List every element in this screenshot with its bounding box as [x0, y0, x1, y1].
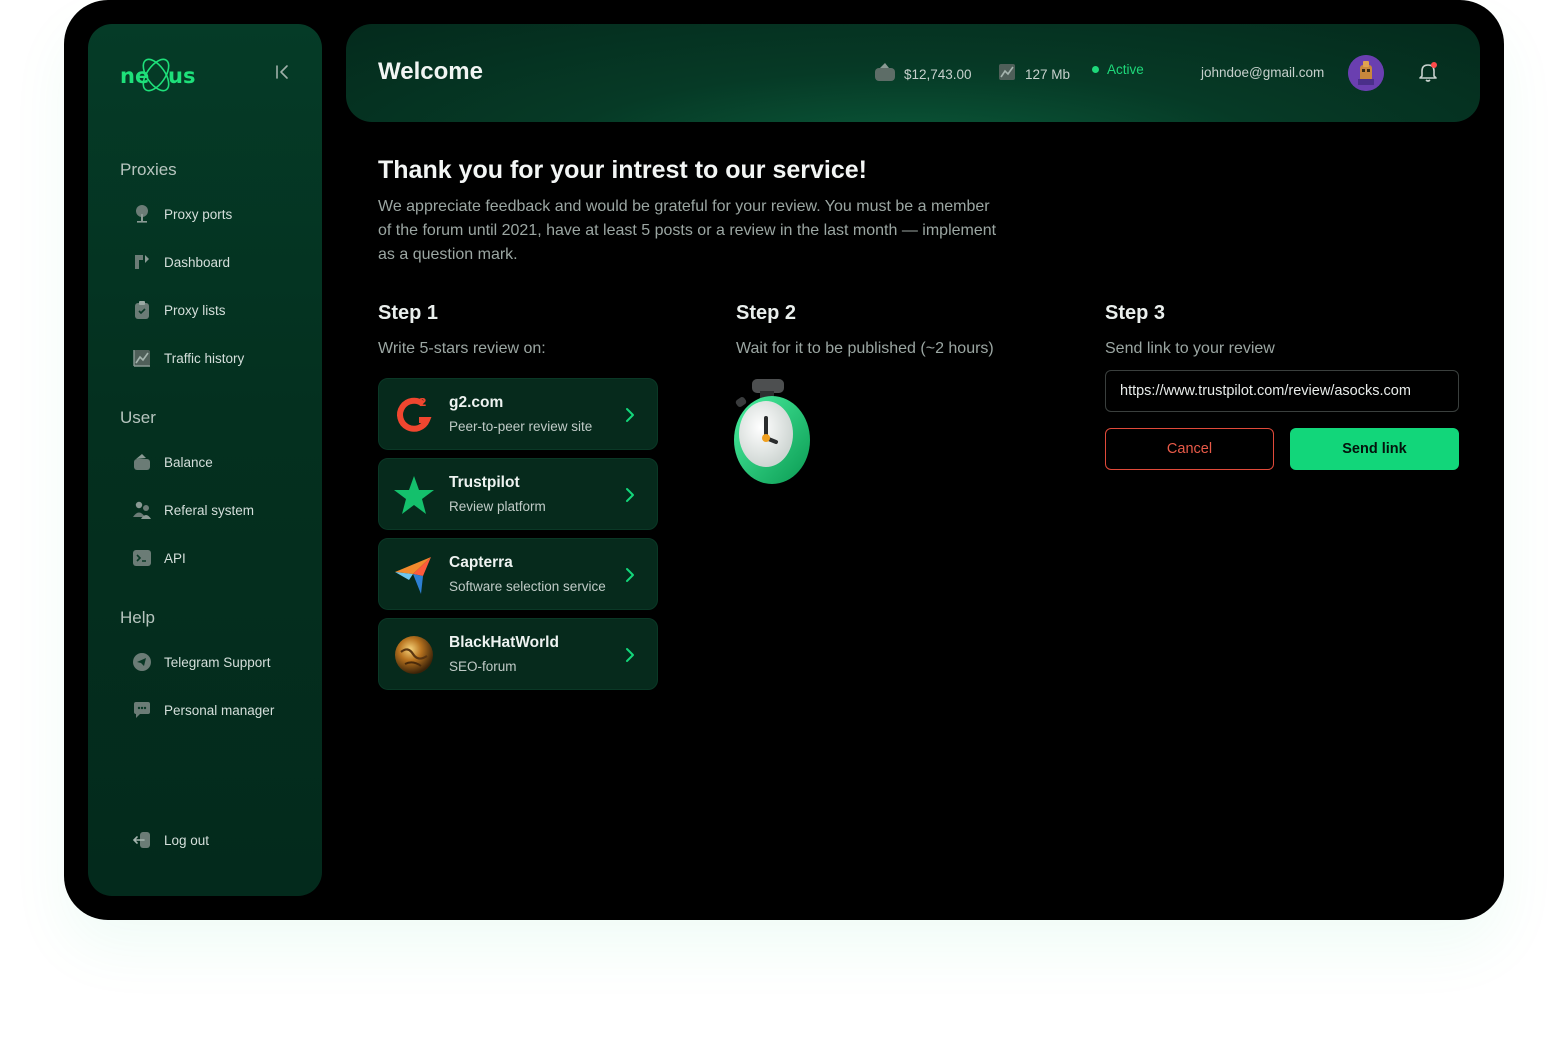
- sidebar-item-label: Telegram Support: [164, 654, 271, 670]
- nav-section-proxies: Proxies: [120, 160, 177, 179]
- status-text: Active: [1107, 62, 1144, 77]
- sidebar-item-label: Proxy ports: [164, 206, 233, 222]
- cancel-button[interactable]: Cancel: [1105, 428, 1274, 470]
- status-badge: Active: [1092, 62, 1144, 77]
- nexus-logo[interactable]: ne us: [118, 52, 198, 96]
- dashboard-icon: [132, 252, 152, 272]
- sidebar-item-label: Dashboard: [164, 254, 231, 270]
- topbar: Welcome $12,743.00 127 Mb Active johndoe…: [346, 24, 1480, 122]
- site-card-trustpilot[interactable]: Trustpilot Review platform: [378, 458, 658, 530]
- balance-value: $12,743.00: [904, 67, 972, 82]
- sidebar-item-proxy-ports[interactable]: Proxy ports: [132, 200, 232, 228]
- logout-label: Log out: [164, 832, 210, 848]
- step-1-subtitle: Write 5-stars review on:: [378, 340, 546, 357]
- site-card-g2[interactable]: 2 g2.com Peer-to-peer review site: [378, 378, 658, 450]
- review-link-input[interactable]: [1105, 370, 1459, 412]
- site-card-blackhatworld[interactable]: BlackHatWorld SEO-forum: [378, 618, 658, 690]
- sidebar-item-label: Proxy lists: [164, 302, 226, 318]
- step-2-subtitle: Wait for it to be published (~2 hours): [736, 340, 994, 357]
- avatar-image: [1348, 55, 1384, 91]
- send-link-button[interactable]: Send link: [1290, 428, 1459, 470]
- sidebar-item-telegram-support[interactable]: Telegram Support: [132, 648, 271, 676]
- tree-icon: [132, 204, 152, 224]
- nav-section-help: Help: [120, 608, 155, 627]
- site-description: Software selection service: [449, 579, 606, 594]
- status-dot: [1092, 66, 1099, 73]
- chat-icon: [132, 700, 152, 720]
- app-window: ne us Proxies Proxy ports Dashboard Prox…: [64, 0, 1504, 920]
- blackhatworld-globe-icon: [393, 634, 435, 676]
- sidebar-item-balance[interactable]: Balance: [132, 448, 213, 476]
- chevron-right-icon: [621, 645, 639, 665]
- chevron-right-icon: [621, 565, 639, 585]
- site-card-capterra[interactable]: Capterra Software selection service: [378, 538, 658, 610]
- nexus-logo-icon: ne us: [120, 58, 195, 92]
- collapse-sidebar-icon[interactable]: [272, 62, 292, 82]
- step-2-title: Step 2: [736, 302, 797, 324]
- notification-bell-icon[interactable]: [1416, 60, 1440, 84]
- clipboard-icon: [132, 300, 152, 320]
- sidebar-item-dashboard[interactable]: Dashboard: [132, 248, 230, 276]
- logout-button[interactable]: Log out: [132, 826, 209, 854]
- trustpilot-star-icon: [393, 474, 435, 516]
- chart-icon: [132, 348, 152, 368]
- site-name: BlackHatWorld: [449, 634, 559, 651]
- chevron-right-icon: [621, 485, 639, 505]
- logout-icon: [132, 830, 152, 850]
- traffic-stat[interactable]: 127 Mb: [997, 62, 1070, 87]
- svg-text:2: 2: [419, 396, 427, 409]
- avatar[interactable]: [1348, 55, 1384, 91]
- site-description: Peer-to-peer review site: [449, 419, 593, 434]
- terminal-icon: [132, 548, 152, 568]
- user-email[interactable]: johndoe@gmail.com: [1201, 65, 1324, 80]
- sidebar-item-referal-system[interactable]: Referal system: [132, 496, 254, 524]
- sidebar-item-label: Personal manager: [164, 702, 275, 718]
- nav-section-user: User: [120, 408, 156, 427]
- wallet-icon: [874, 62, 896, 87]
- capterra-arrow-icon: [393, 554, 435, 596]
- main-description: We appreciate feedback and would be grat…: [378, 198, 997, 263]
- chart-icon: [997, 62, 1017, 87]
- traffic-value: 127 Mb: [1025, 67, 1071, 82]
- chevron-right-icon: [621, 405, 639, 425]
- svg-text:ne: ne: [120, 64, 149, 88]
- sidebar: ne us Proxies Proxy ports Dashboard Prox…: [88, 24, 322, 896]
- sidebar-item-api[interactable]: API: [132, 544, 186, 572]
- sidebar-item-label: Traffic history: [164, 350, 245, 366]
- step-3-subtitle: Send link to your review: [1105, 340, 1275, 357]
- sidebar-item-personal-manager[interactable]: Personal manager: [132, 696, 274, 724]
- site-name: Trustpilot: [449, 474, 520, 491]
- telegram-icon: [132, 652, 152, 672]
- sidebar-item-label: API: [164, 550, 186, 566]
- wallet-icon: [132, 452, 152, 472]
- sidebar-item-label: Balance: [164, 454, 213, 470]
- site-description: SEO-forum: [449, 659, 517, 674]
- site-description: Review platform: [449, 499, 546, 514]
- sidebar-item-traffic-history[interactable]: Traffic history: [132, 344, 244, 372]
- page-title: Welcome: [378, 58, 483, 85]
- sidebar-item-proxy-lists[interactable]: Proxy lists: [132, 296, 226, 324]
- stopwatch-icon: [732, 376, 816, 488]
- users-icon: [132, 500, 152, 520]
- main-heading: Thank you for your intrest to our servic…: [378, 156, 867, 184]
- step-1-title: Step 1: [378, 302, 439, 324]
- balance-stat[interactable]: $12,743.00: [874, 62, 972, 87]
- svg-text:us: us: [168, 64, 195, 88]
- g2-logo-icon: 2: [393, 394, 435, 436]
- sidebar-item-label: Referal system: [164, 502, 255, 518]
- step-3-title: Step 3: [1105, 302, 1166, 324]
- site-name: Capterra: [449, 554, 513, 571]
- site-name: g2.com: [449, 394, 504, 411]
